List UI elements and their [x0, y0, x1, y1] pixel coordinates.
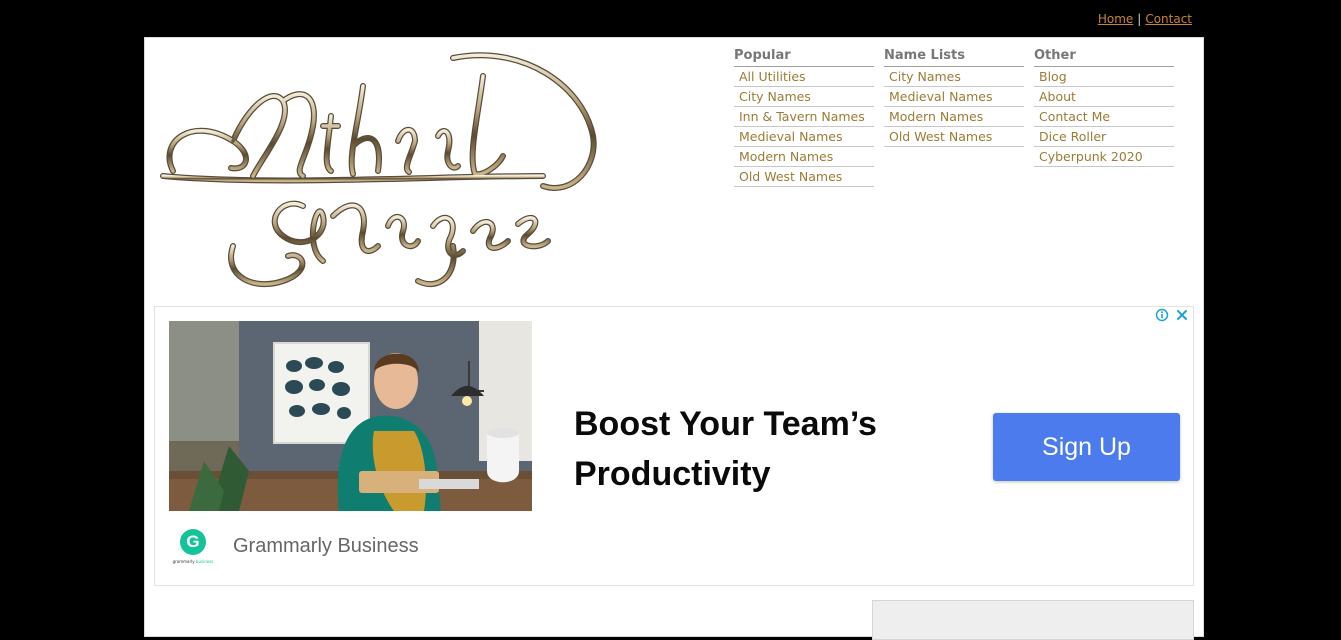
nav-heading-other: Other	[1034, 48, 1174, 67]
sign-up-button[interactable]: Sign Up	[993, 413, 1180, 481]
ad-headline-line2: Productivity	[574, 455, 771, 493]
nav-column-name-lists: Name Lists City Names Medieval Names Mod…	[884, 48, 1024, 187]
top-links: Home | Contact	[1098, 12, 1192, 26]
nav-item-contact-me[interactable]: Contact Me	[1034, 107, 1174, 127]
nav-item-medieval-names[interactable]: Medieval Names	[734, 127, 874, 147]
grammarly-logo[interactable]: G grammarly business	[171, 529, 215, 569]
ad-photo-illustration	[169, 321, 532, 511]
nav-heading-popular: Popular	[734, 48, 874, 67]
advertisement-banner[interactable]: Boost Your Team’s Productivity Sign Up G…	[154, 306, 1194, 586]
grammarly-logo-word: grammarly	[172, 559, 195, 564]
nav-item-about[interactable]: About	[1034, 87, 1174, 107]
sidebar-box	[872, 600, 1194, 640]
close-icon[interactable]	[1175, 308, 1189, 322]
info-icon[interactable]	[1155, 308, 1169, 322]
ad-headline[interactable]: Boost Your Team’s Productivity	[574, 399, 934, 499]
main-nav: Popular All Utilities City Names Inn & T…	[734, 48, 1184, 187]
nav-item-old-west-names[interactable]: Old West Names	[734, 167, 874, 187]
top-links-separator: |	[1137, 12, 1142, 26]
nav-item-blog[interactable]: Blog	[1034, 67, 1174, 87]
nav-item-medieval-names[interactable]: Medieval Names	[884, 87, 1024, 107]
grammarly-logo-caption: grammarly business	[171, 559, 215, 565]
ad-headline-line1: Boost Your Team’s	[574, 405, 877, 443]
home-link[interactable]: Home	[1098, 12, 1133, 26]
ad-advertiser-name[interactable]: Grammarly Business	[233, 535, 419, 558]
grammarly-logo-business-word: business	[195, 559, 214, 564]
page-container: Mithril Mages	[144, 37, 1204, 640]
nav-heading-name-lists: Name Lists	[884, 48, 1024, 67]
ad-image[interactable]	[169, 321, 532, 511]
nav-column-other: Other Blog About Contact Me Dice Roller …	[1034, 48, 1174, 187]
nav-item-city-names[interactable]: City Names	[734, 87, 874, 107]
nav-item-dice-roller[interactable]: Dice Roller	[1034, 127, 1174, 147]
contact-link[interactable]: Contact	[1145, 12, 1192, 26]
logo-artwork	[160, 52, 597, 288]
nav-item-inn-tavern-names[interactable]: Inn & Tavern Names	[734, 107, 874, 127]
nav-item-city-names[interactable]: City Names	[884, 67, 1024, 87]
nav-item-modern-names[interactable]: Modern Names	[734, 147, 874, 167]
nav-item-cyberpunk-2020[interactable]: Cyberpunk 2020	[1034, 147, 1174, 167]
ad-choices	[1155, 308, 1189, 322]
nav-item-modern-names[interactable]: Modern Names	[884, 107, 1024, 127]
nav-item-old-west-names[interactable]: Old West Names	[884, 127, 1024, 147]
site-logo[interactable]: Mithril Mages	[153, 46, 605, 296]
grammarly-g-icon: G	[180, 529, 206, 555]
nav-column-popular: Popular All Utilities City Names Inn & T…	[734, 48, 874, 187]
nav-item-all-utilities[interactable]: All Utilities	[734, 67, 874, 87]
